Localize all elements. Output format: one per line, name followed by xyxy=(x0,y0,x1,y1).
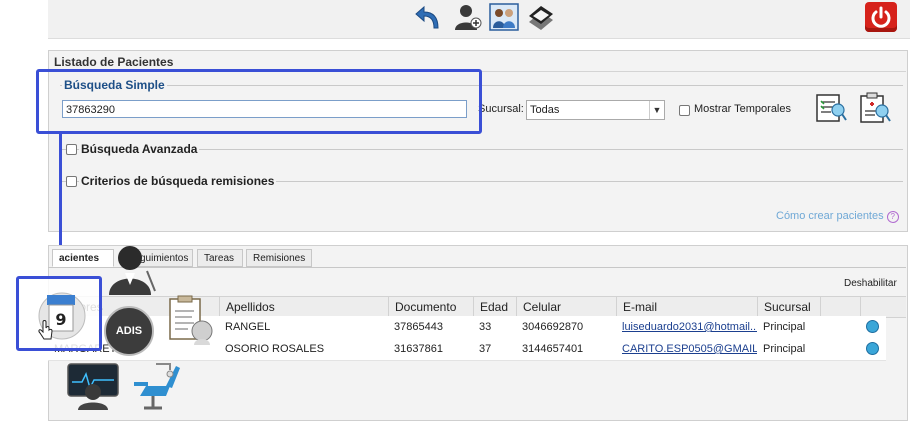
adis-label: ADIS xyxy=(115,325,143,337)
calendar-day-text: 9 xyxy=(55,310,66,329)
advanced-search-legend: Búsqueda Avanzada xyxy=(79,142,200,156)
remisiones-criteria-legend: Criterios de búsqueda remisiones xyxy=(79,174,277,188)
cell-documento: 37865443 xyxy=(394,321,443,333)
cell-apellidos: RANGEL xyxy=(225,321,271,333)
col-email[interactable]: E-mail xyxy=(616,297,757,317)
help-link-text: Cómo crear pacientes xyxy=(776,210,884,222)
tab-tareas[interactable]: Tareas xyxy=(197,249,243,267)
adis-button[interactable]: ADIS xyxy=(104,306,154,356)
col-actions-2 xyxy=(860,297,906,317)
sucursal-select[interactable]: Todas ▼ xyxy=(526,100,665,120)
clinical-history-icon[interactable] xyxy=(164,295,216,347)
cell-apellidos: OSORIO ROSALES xyxy=(225,343,325,355)
cell-sucursal: Principal xyxy=(763,321,806,333)
col-sucursal[interactable]: Sucursal xyxy=(757,297,820,317)
cell-celular: 3144657401 xyxy=(522,343,584,355)
patients-group-icon[interactable] xyxy=(489,2,519,32)
col-celular[interactable]: Celular xyxy=(516,297,616,317)
monitor-doctor-icon[interactable] xyxy=(66,362,120,412)
tab-remisiones[interactable]: Remisiones xyxy=(246,249,312,267)
remisiones-criteria-checkbox[interactable] xyxy=(66,176,77,187)
col-apellidos[interactable]: Apellidos xyxy=(219,297,388,317)
cell-edad: 37 xyxy=(479,343,492,355)
refresh-icon[interactable] xyxy=(866,342,879,355)
col-documento[interactable]: Documento xyxy=(388,297,473,317)
cell-email-link[interactable]: luiseduardo2031@hotmail... xyxy=(616,316,757,338)
dental-chair-icon[interactable] xyxy=(126,356,184,412)
power-icon xyxy=(871,6,891,28)
cell-email-link[interactable]: CARITO.ESP0505@GMAIL... xyxy=(616,338,757,360)
question-icon: ? xyxy=(886,211,899,223)
clinical-clipboard-icon[interactable] xyxy=(857,92,891,124)
cell-edad: 33 xyxy=(479,321,492,333)
tabs-divider xyxy=(48,267,906,268)
cell-celular: 3046692870 xyxy=(522,321,584,333)
disable-button[interactable]: Deshabilitar xyxy=(844,278,897,289)
hand-cursor-icon xyxy=(38,320,53,340)
col-actions-1 xyxy=(820,297,860,317)
cell-sucursal: Principal xyxy=(763,343,806,355)
search-report-icon[interactable] xyxy=(813,92,847,124)
sucursal-label: Sucursal: xyxy=(478,103,524,115)
refresh-icon[interactable] xyxy=(866,320,879,333)
chevron-down-icon: ▼ xyxy=(649,101,664,119)
add-patient-icon[interactable] xyxy=(453,2,483,32)
agenda-book-icon[interactable] xyxy=(525,2,555,32)
cell-documento: 31637861 xyxy=(394,343,443,355)
doctor-avatar-icon[interactable] xyxy=(103,241,159,297)
panel-title: Listado de Pacientes xyxy=(54,55,174,69)
show-temporales-label: Mostrar Temporales xyxy=(694,103,791,115)
back-arrow-icon[interactable] xyxy=(414,2,444,32)
advanced-search-checkbox[interactable] xyxy=(66,144,77,155)
simple-search-highlight xyxy=(36,69,482,134)
power-button[interactable] xyxy=(865,2,897,32)
col-edad[interactable]: Edad xyxy=(473,297,516,317)
annotation-arrow-line xyxy=(59,134,62,262)
help-create-patients-link[interactable]: Cómo crear pacientes ? xyxy=(776,210,899,223)
sucursal-select-value: Todas xyxy=(530,104,560,116)
show-temporales-checkbox[interactable] xyxy=(679,105,690,116)
